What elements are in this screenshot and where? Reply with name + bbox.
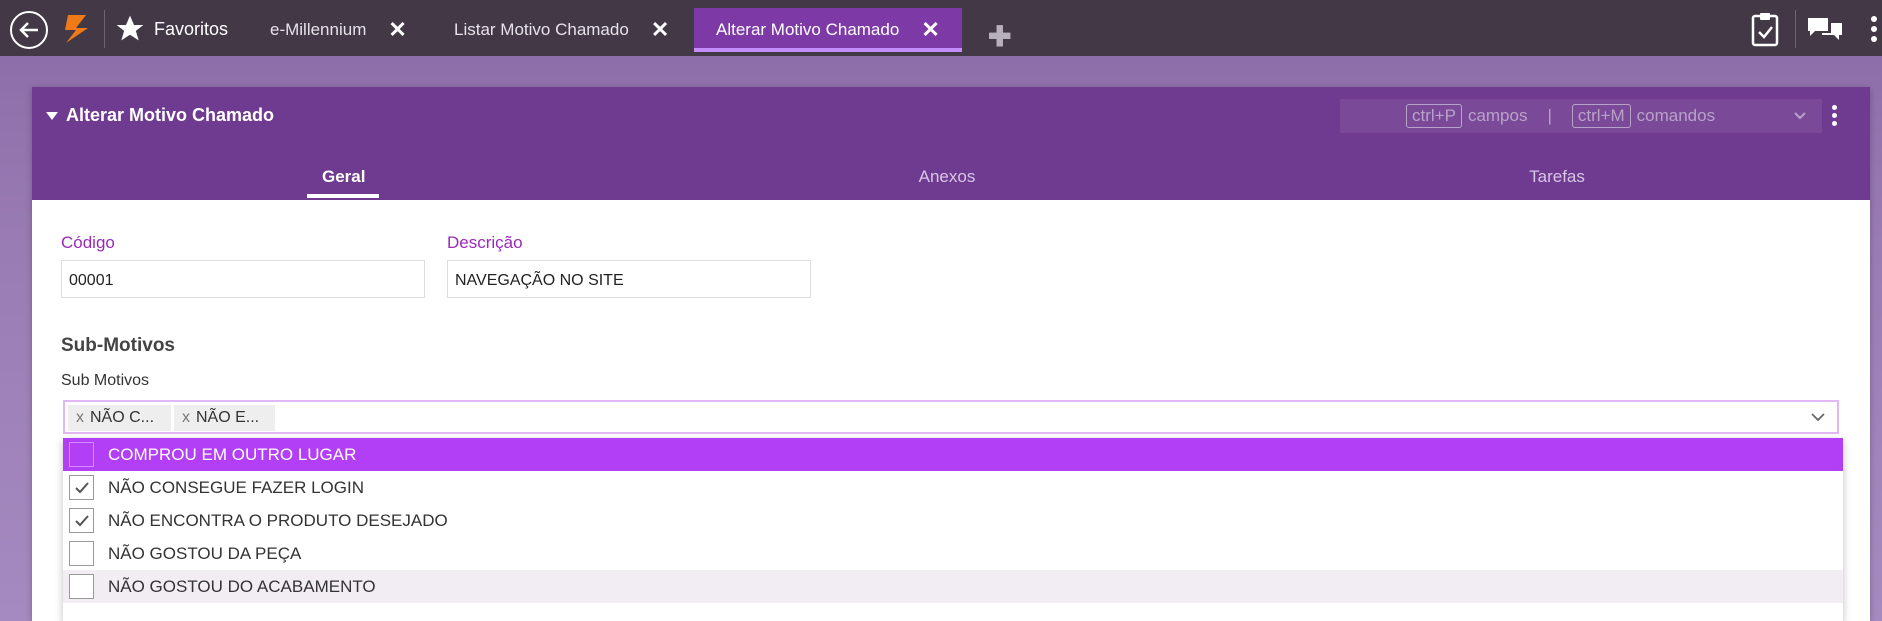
chevron-down-icon[interactable] [1792,107,1808,123]
option-label: COMPROU EM OUTRO LUGAR [108,444,357,464]
shortcut-key: ctrl+P [1406,104,1462,128]
option-comprou-em-outro-lugar[interactable]: COMPROU EM OUTRO LUGAR [63,438,1843,471]
close-icon[interactable]: ✕ [921,17,939,43]
option-nao-encontra-o-produto-desejado[interactable]: NÃO ENCONTRA O PRODUTO DESEJADO [63,504,1843,537]
chip-label: NÃO C... [90,409,155,426]
app-logo[interactable] [62,13,92,45]
clipboard-check-icon[interactable] [1750,10,1780,48]
option-nao-consegue-fazer-login[interactable]: NÃO CONSEGUE FAZER LOGIN [63,471,1843,504]
option-nao-gostou-da-peca[interactable]: NÃO GOSTOU DA PEÇA [63,537,1843,570]
chevron-down-icon[interactable] [1809,408,1827,426]
back-icon[interactable] [10,11,48,49]
checkmark-icon [74,481,89,493]
checkbox[interactable] [69,475,94,500]
codigo-input[interactable]: 00001 [61,260,425,298]
divider [104,10,105,48]
submotivos-dropdown: COMPROU EM OUTRO LUGAR NÃO CONSEGUE FAZE… [63,438,1843,621]
panel-title[interactable]: Alterar Motivo Chamado [46,105,274,126]
more-options-icon[interactable] [1870,10,1878,48]
shortcut-label: campos [1467,106,1528,125]
top-bar: Favoritos e-Millennium ✕ Listar Motivo C… [0,0,1882,56]
submotivos-label: Sub Motivos [61,372,150,389]
option-label: NÃO CONSEGUE FAZER LOGIN [108,477,364,497]
star-icon [116,15,144,41]
panel-title-text: Alterar Motivo Chamado [66,105,275,125]
panel-header: Alterar Motivo Chamado ctrl+P campos | c… [32,87,1870,200]
tab-label: Listar Motivo Chamado [454,20,629,39]
close-icon[interactable]: ✕ [651,17,669,43]
submotivos-multiselect[interactable]: x NÃO C... x NÃO E... [63,400,1839,434]
option-nao-gostou-do-acabamento[interactable]: NÃO GOSTOU DO ACABAMENTO [63,570,1843,603]
shortcut-key: ctrl+M [1571,104,1631,128]
checkmark-icon [74,514,89,526]
tab-label: e-Millennium [270,20,367,39]
shortcut-bar[interactable]: ctrl+P campos | ctrl+M comandos [1340,99,1822,133]
divider [1795,10,1796,48]
checkbox[interactable] [69,442,94,467]
option-label: NÃO GOSTOU DO ACABAMENTO [108,576,376,596]
tab-listar-motivo-chamado[interactable]: Listar Motivo Chamado ✕ [432,8,691,52]
tab-geral[interactable]: Geral [322,167,365,187]
favorites-label: Favoritos [154,18,229,39]
remove-chip-icon[interactable]: x [182,409,190,426]
close-icon[interactable]: ✕ [388,17,406,43]
tab-tarefas[interactable]: Tarefas [1522,167,1592,187]
active-tab-indicator [307,194,379,198]
selected-chip: x NÃO E... [174,405,275,431]
favorites-button[interactable]: Favoritos [114,10,228,48]
chip-label: NÃO E... [196,409,260,426]
shortcut-separator: | [1547,106,1552,125]
panel-menu-icon[interactable] [1832,105,1838,129]
descricao-label: Descrição [447,233,523,252]
option-label: NÃO ENCONTRA O PRODUTO DESEJADO [108,510,448,530]
checkbox[interactable] [69,541,94,566]
add-tab-icon[interactable]: ✚ [988,20,1011,53]
checkbox[interactable] [69,508,94,533]
checkbox[interactable] [69,574,94,599]
caret-down-icon [46,111,58,120]
codigo-label: Código [61,233,115,252]
tab-alterar-motivo-chamado[interactable]: Alterar Motivo Chamado ✕ [694,8,962,52]
selected-chip: x NÃO C... [68,405,171,431]
tab-anexos[interactable]: Anexos [912,167,982,187]
tab-e-millennium[interactable]: e-Millennium ✕ [248,8,429,52]
tab-label: Alterar Motivo Chamado [716,20,900,39]
descricao-input[interactable]: NAVEGAÇÃO NO SITE [447,260,811,298]
form-panel: Alterar Motivo Chamado ctrl+P campos | c… [32,87,1870,621]
option-label: NÃO GOSTOU DA PEÇA [108,543,302,563]
shortcut-label: comandos [1636,106,1716,125]
section-title: Sub-Motivos [61,335,175,356]
remove-chip-icon[interactable]: x [76,409,84,426]
chat-icon[interactable] [1806,10,1844,48]
